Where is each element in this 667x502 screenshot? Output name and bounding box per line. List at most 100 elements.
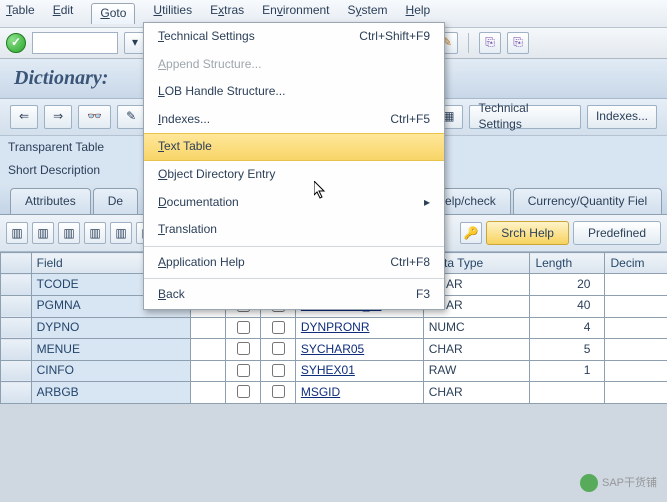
table-row: ARBGB MSGIDCHAR — [1, 382, 667, 404]
init-checkbox[interactable] — [272, 321, 285, 334]
cell-field[interactable]: DYPNO — [31, 317, 191, 339]
menu-environment[interactable]: Environment — [262, 3, 329, 24]
cell-key[interactable] — [226, 382, 261, 404]
command-field[interactable] — [32, 32, 118, 54]
predefined-btn[interactable]: Predefined — [573, 221, 661, 245]
cell-field[interactable]: CINFO — [31, 360, 191, 382]
cell-key[interactable] — [226, 360, 261, 382]
cell-data-type[interactable]: NUMC — [423, 317, 530, 339]
menu-item-application-help[interactable]: Application HelpCtrl+F8 — [144, 249, 444, 277]
row-selector[interactable] — [1, 317, 32, 339]
cell-length[interactable]: 4 — [530, 317, 605, 339]
tab-attributes[interactable]: Attributes — [10, 188, 91, 215]
tool2-icon[interactable]: ⎘ — [507, 32, 529, 54]
cell-field[interactable]: MENUE — [31, 339, 191, 361]
cell-data-element[interactable]: DYNPRONR — [295, 317, 423, 339]
init-checkbox[interactable] — [272, 364, 285, 377]
menu-item-indexes-[interactable]: Indexes...Ctrl+F5 — [144, 106, 444, 134]
menu-item-text-table[interactable]: Text Table — [144, 133, 444, 161]
menu-item-label: Application Help — [158, 255, 245, 271]
tab-delivery[interactable]: De — [93, 188, 138, 215]
cell-decimals[interactable] — [605, 274, 667, 296]
indexes-btn[interactable]: Indexes... — [587, 105, 657, 129]
tool1-icon[interactable]: ⎘ — [479, 32, 501, 54]
paste-row-icon[interactable]: ▥ — [84, 222, 106, 244]
col-rowhead[interactable] — [1, 253, 32, 274]
menu-utilities[interactable]: Utilities — [153, 3, 192, 24]
cell-hidden[interactable] — [191, 317, 226, 339]
cell-key[interactable] — [226, 317, 261, 339]
delete-row-icon[interactable]: ▥ — [110, 222, 132, 244]
cell-init[interactable] — [260, 360, 295, 382]
cell-init[interactable] — [260, 339, 295, 361]
cell-decimals[interactable] — [605, 317, 667, 339]
col-decimals[interactable]: Decim — [605, 253, 667, 274]
menu-goto[interactable]: Goto — [91, 3, 135, 24]
cell-data-type[interactable]: RAW — [423, 360, 530, 382]
submenu-arrow-icon: ▸ — [424, 195, 430, 211]
cell-field[interactable]: ARBGB — [31, 382, 191, 404]
fwd-btn[interactable]: ⇒ — [44, 105, 72, 129]
menu-item-technical-settings[interactable]: Technical SettingsCtrl+Shift+F9 — [144, 23, 444, 51]
cell-data-type[interactable]: CHAR — [423, 339, 530, 361]
cell-length[interactable]: 1 — [530, 360, 605, 382]
init-checkbox[interactable] — [272, 342, 285, 355]
cell-data-element[interactable]: SYCHAR05 — [295, 339, 423, 361]
cell-hidden[interactable] — [191, 339, 226, 361]
menu-edit[interactable]: Edit — [53, 3, 74, 24]
cell-data-element[interactable]: SYHEX01 — [295, 360, 423, 382]
col-length[interactable]: Length — [530, 253, 605, 274]
row-selector[interactable] — [1, 360, 32, 382]
cell-decimals[interactable] — [605, 360, 667, 382]
menu-item-label: Technical Settings — [158, 29, 255, 45]
cell-decimals[interactable] — [605, 382, 667, 404]
key-checkbox[interactable] — [237, 364, 250, 377]
menu-item-documentation[interactable]: Documentation ▸ — [144, 189, 444, 217]
menu-item-translation[interactable]: Translation — [144, 216, 444, 244]
menu-table[interactable]: Table — [6, 3, 35, 24]
back-btn[interactable]: ⇐ — [10, 105, 38, 129]
search-help-btn[interactable]: Srch Help — [486, 221, 569, 245]
goto-menu: Technical SettingsCtrl+Shift+F9 Append St… — [143, 22, 445, 310]
pencil-btn[interactable]: ✎ — [117, 105, 145, 129]
key-checkbox[interactable] — [237, 321, 250, 334]
watermark: SAP干货铺 — [580, 474, 657, 492]
key-checkbox[interactable] — [237, 385, 250, 398]
menu-item-label: Append Structure... — [158, 57, 261, 73]
init-checkbox[interactable] — [272, 385, 285, 398]
row-selector[interactable] — [1, 339, 32, 361]
key-checkbox[interactable] — [237, 342, 250, 355]
row-selector[interactable] — [1, 382, 32, 404]
row-selector[interactable] — [1, 295, 32, 317]
cell-hidden[interactable] — [191, 360, 226, 382]
menu-item-label: Text Table — [158, 139, 212, 155]
ok-icon[interactable]: ✓ — [6, 33, 26, 53]
cell-hidden[interactable] — [191, 382, 226, 404]
cell-decimals[interactable] — [605, 295, 667, 317]
key-icon[interactable]: 🔑 — [460, 222, 482, 244]
cut-row-icon[interactable]: ▥ — [58, 222, 80, 244]
cell-data-element[interactable]: MSGID — [295, 382, 423, 404]
row-selector[interactable] — [1, 274, 32, 296]
tech-settings-btn[interactable]: Technical Settings — [469, 105, 581, 129]
cell-init[interactable] — [260, 382, 295, 404]
cell-length[interactable]: 20 — [530, 274, 605, 296]
menu-item-back[interactable]: BackF3 — [144, 281, 444, 309]
glasses-btn[interactable]: 👓 — [78, 105, 111, 129]
new-row-icon[interactable]: ▥ — [6, 222, 28, 244]
cell-init[interactable] — [260, 317, 295, 339]
cell-length[interactable]: 5 — [530, 339, 605, 361]
menu-item-label: Documentation — [158, 195, 239, 211]
cell-length[interactable] — [530, 382, 605, 404]
menu-item-lob-handle-structure-[interactable]: LOB Handle Structure... — [144, 78, 444, 106]
cell-key[interactable] — [226, 339, 261, 361]
menu-extras[interactable]: Extras — [210, 3, 244, 24]
tab-currency-qty[interactable]: Currency/Quantity Fiel — [513, 188, 662, 215]
cell-length[interactable]: 40 — [530, 295, 605, 317]
cell-data-type[interactable]: CHAR — [423, 382, 530, 404]
cell-decimals[interactable] — [605, 339, 667, 361]
menu-help[interactable]: Help — [406, 3, 431, 24]
menu-item-object-directory-entry[interactable]: Object Directory Entry — [144, 161, 444, 189]
menu-system[interactable]: System — [348, 3, 388, 24]
copy-row-icon[interactable]: ▥ — [32, 222, 54, 244]
